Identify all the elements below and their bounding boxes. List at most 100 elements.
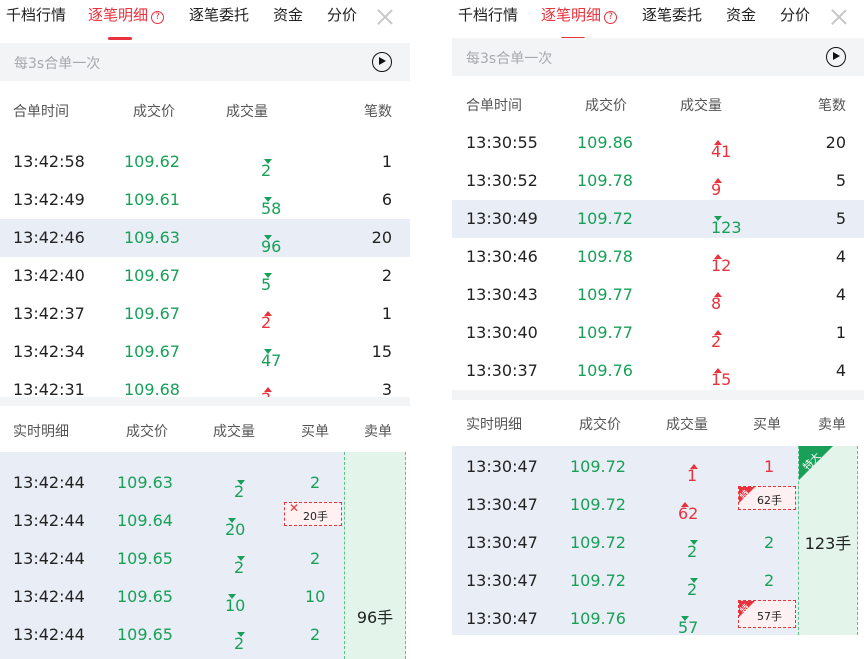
row-count: 20 [825, 133, 846, 152]
table-row[interactable]: 13:30:43 109.77 8 4 [452, 276, 864, 314]
col-buy: 买单 [301, 424, 329, 440]
large-buy-tag[interactable]: ✕ 20手 [284, 501, 342, 526]
row-volume-value: 2 [687, 580, 698, 599]
col-volume: 成交量 [226, 104, 268, 120]
row-time: 13:42:44 [13, 587, 85, 606]
row-time: 13:42:44 [13, 625, 85, 644]
table-row[interactable]: 13:30:55 109.86 41 20 [452, 124, 864, 162]
row-count: 4 [835, 247, 846, 266]
tab-capital[interactable]: 资金 [726, 4, 756, 25]
col-price: 成交价 [126, 424, 168, 440]
table-row[interactable]: 13:30:52 109.78 9 5 [452, 162, 864, 200]
table-row[interactable]: 13:42:49 109.61 58 6 [0, 181, 410, 219]
tab-trade-details[interactable]: 逐笔明细? [88, 4, 165, 40]
realtime-row[interactable]: 13:30:47 109.72 1 1 [452, 448, 798, 486]
sell-order-block[interactable]: 96手 [344, 452, 406, 659]
tab-order-details[interactable]: 逐笔委托 [642, 4, 702, 25]
table-row[interactable]: 13:42:31 109.68 2 3 [0, 371, 410, 397]
row-count: 5 [835, 171, 846, 190]
row-price: 109.63 [117, 473, 173, 492]
col-realtime: 实时明细 [13, 424, 69, 440]
row-volume-value: 12 [711, 256, 732, 275]
row-count: 6 [381, 190, 392, 209]
row-time: 13:30:47 [466, 495, 538, 514]
realtime-row[interactable]: 13:42:44 109.65 2 2 [0, 540, 344, 578]
table-row[interactable]: 13:42:58 109.62 2 1 [0, 143, 410, 181]
merge-notice-text: 每3s合单一次 [14, 56, 101, 72]
row-time: 13:42:44 [13, 511, 85, 530]
row-price: 109.72 [570, 533, 626, 552]
row-price: 109.76 [577, 361, 633, 380]
row-price: 109.86 [577, 133, 633, 152]
col-merge-time: 合单时间 [466, 98, 522, 114]
play-circle-icon[interactable] [826, 47, 846, 67]
realtime-table-header: 实时明细 成交价 成交量 买单 卖单 [452, 401, 864, 445]
detail-table-body[interactable]: 13:42:58 109.62 2 1 13:42:49 109.61 58 6… [0, 143, 410, 397]
row-time: 13:42:34 [13, 342, 85, 361]
realtime-table-body[interactable]: 13:30:47 109.72 1 1 13:30:47 109.72 62 特… [452, 446, 798, 637]
tab-depth-quotes[interactable]: 千档行情 [458, 4, 518, 25]
table-row[interactable]: 13:30:40 109.77 2 1 [452, 314, 864, 352]
realtime-row[interactable]: 13:30:47 109.72 2 2 [452, 524, 798, 562]
row-time: 13:30:43 [466, 285, 538, 304]
row-time: 13:42:44 [13, 549, 85, 568]
tab-bar: 千档行情 逐笔明细? 逐笔委托 资金 分价 [452, 0, 864, 40]
row-count: 4 [835, 361, 846, 380]
row-volume: 41 [711, 133, 731, 161]
row-time: 13:30:47 [466, 609, 538, 628]
question-circle-icon[interactable]: ? [604, 11, 618, 24]
tab-order-details[interactable]: 逐笔委托 [189, 4, 249, 25]
question-circle-icon[interactable]: ? [151, 11, 165, 24]
tab-trade-details[interactable]: 逐笔明细? [541, 4, 618, 40]
close-icon[interactable] [376, 8, 394, 26]
row-volume-value: 96 [261, 237, 282, 256]
section-divider [452, 390, 864, 400]
realtime-table-body[interactable]: 13:42:44 109.63 2 2 13:42:44 109.64 20 ✕… [0, 452, 344, 659]
tab-price-distribution[interactable]: 分价 [780, 4, 810, 25]
table-row[interactable]: 13:42:37 109.67 2 1 [0, 295, 410, 333]
table-row[interactable]: 13:30:37 109.76 15 4 [452, 352, 864, 390]
realtime-row[interactable]: 13:30:47 109.72 2 2 [452, 562, 798, 600]
row-volume: 58 [261, 190, 281, 218]
row-volume-value: 2 [234, 558, 245, 577]
table-row[interactable]: 13:42:40 109.67 5 2 [0, 257, 410, 295]
row-volume: 123 [711, 209, 742, 237]
large-buy-tag[interactable]: 特 57手 [738, 600, 796, 628]
row-volume: 2 [261, 380, 272, 397]
close-icon[interactable] [830, 8, 848, 26]
col-price: 成交价 [585, 98, 627, 114]
table-row-highlighted[interactable]: 13:42:46 109.63 96 20 [0, 219, 410, 257]
row-time: 13:42:46 [13, 228, 85, 247]
row-volume-value: 57 [678, 618, 699, 637]
table-row[interactable]: 13:42:34 109.67 47 15 [0, 333, 410, 371]
row-volume-value: 8 [711, 294, 722, 313]
row-price: 109.65 [117, 625, 173, 644]
table-row[interactable]: 13:30:46 109.78 12 4 [452, 238, 864, 276]
row-price: 109.67 [124, 266, 180, 285]
row-volume: 9 [711, 171, 722, 199]
tab-depth-quotes[interactable]: 千档行情 [6, 4, 66, 25]
realtime-row[interactable]: 13:42:44 109.63 2 2 [0, 464, 344, 502]
tab-capital[interactable]: 资金 [273, 4, 303, 25]
row-volume: 10 [225, 587, 245, 615]
play-circle-icon[interactable] [372, 52, 392, 72]
row-price: 109.76 [570, 609, 626, 628]
row-price: 109.67 [124, 304, 180, 323]
realtime-row[interactable]: 13:42:44 109.65 2 2 [0, 616, 344, 654]
tab-price-distribution[interactable]: 分价 [327, 4, 357, 25]
sell-order-block[interactable]: 特大 123手 [798, 446, 858, 635]
large-buy-tag[interactable]: 特 62手 [738, 486, 796, 510]
row-price: 109.72 [570, 571, 626, 590]
row-volume: 8 [711, 285, 722, 313]
row-time: 13:42:37 [13, 304, 85, 323]
merge-notice-bar: 每3s合单一次 [452, 38, 864, 76]
detail-table-body[interactable]: 13:30:55 109.86 41 20 13:30:52 109.78 9 … [452, 124, 864, 390]
col-sell: 卖单 [818, 417, 846, 433]
detail-table-header: 合单时间 成交价 成交量 笔数 [0, 88, 410, 132]
realtime-row[interactable]: 13:42:44 109.65 10 10 [0, 578, 344, 616]
tab-trade-details-label: 逐笔明细 [88, 6, 149, 24]
table-row-highlighted[interactable]: 13:30:49 109.72 123 5 [452, 200, 864, 238]
row-price: 109.78 [577, 171, 633, 190]
row-time: 13:30:52 [466, 171, 538, 190]
row-volume: 12 [711, 247, 731, 275]
